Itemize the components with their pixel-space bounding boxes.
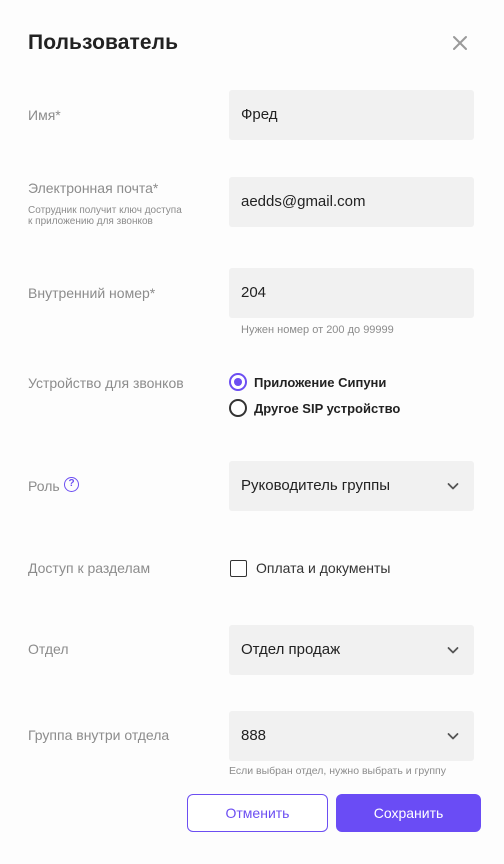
group-label: Группа внутри отдела [28, 727, 170, 743]
radio-label-other-sip: Другое SIP устройство [254, 400, 401, 416]
department-label: Отдел [28, 641, 69, 657]
dialog-title: Пользователь [28, 31, 179, 54]
help-circle-icon[interactable]: ? [64, 477, 79, 492]
close-icon[interactable] [450, 33, 470, 53]
department-select[interactable]: Отдел продаж [229, 625, 474, 675]
role-select[interactable]: Руководитель группы [229, 461, 474, 511]
email-label: Электронная почта* [28, 180, 159, 196]
device-label: Устройство для звонков [28, 375, 184, 391]
group-select[interactable]: 888 [229, 711, 474, 761]
name-input[interactable] [229, 90, 474, 140]
access-label: Доступ к разделам [28, 560, 151, 576]
name-label: Имя* [28, 107, 61, 123]
role-label: Роль [28, 478, 60, 494]
chevron-down-icon [447, 480, 459, 492]
email-input[interactable] [229, 177, 474, 227]
payment-docs-checkbox[interactable] [230, 559, 247, 577]
user-dialog: Пользователь Имя* Электронная почта* Сот… [0, 0, 504, 864]
radio-button-selected[interactable] [229, 373, 247, 391]
payment-docs-label: Оплата и документы [256, 560, 391, 576]
radio-option-other-sip[interactable]: Другое SIP устройство [229, 399, 400, 417]
extension-hint: Нужен номер от 200 до 99999 [241, 324, 394, 336]
role-select-value: Руководитель группы [241, 477, 390, 494]
radio-button-unselected[interactable] [229, 399, 247, 417]
access-checkbox-row[interactable]: Оплата и документы [230, 559, 390, 577]
group-select-value: 888 [241, 727, 267, 744]
chevron-down-icon [447, 730, 459, 742]
chevron-down-icon [447, 644, 459, 656]
cancel-button[interactable]: Отменить [187, 794, 328, 832]
radio-label-sipuni-app: Приложение Сипуни [254, 374, 387, 390]
radio-option-sipuni-app[interactable]: Приложение Сипуни [229, 373, 386, 391]
extension-label: Внутренний номер* [28, 285, 156, 301]
extension-input[interactable] [229, 268, 474, 318]
email-sublabel: Сотрудник получит ключ доступа к приложе… [28, 205, 182, 227]
group-hint: Если выбран отдел, нужно выбрать и групп… [229, 765, 446, 777]
save-button[interactable]: Сохранить [336, 794, 481, 832]
department-select-value: Отдел продаж [241, 641, 341, 658]
